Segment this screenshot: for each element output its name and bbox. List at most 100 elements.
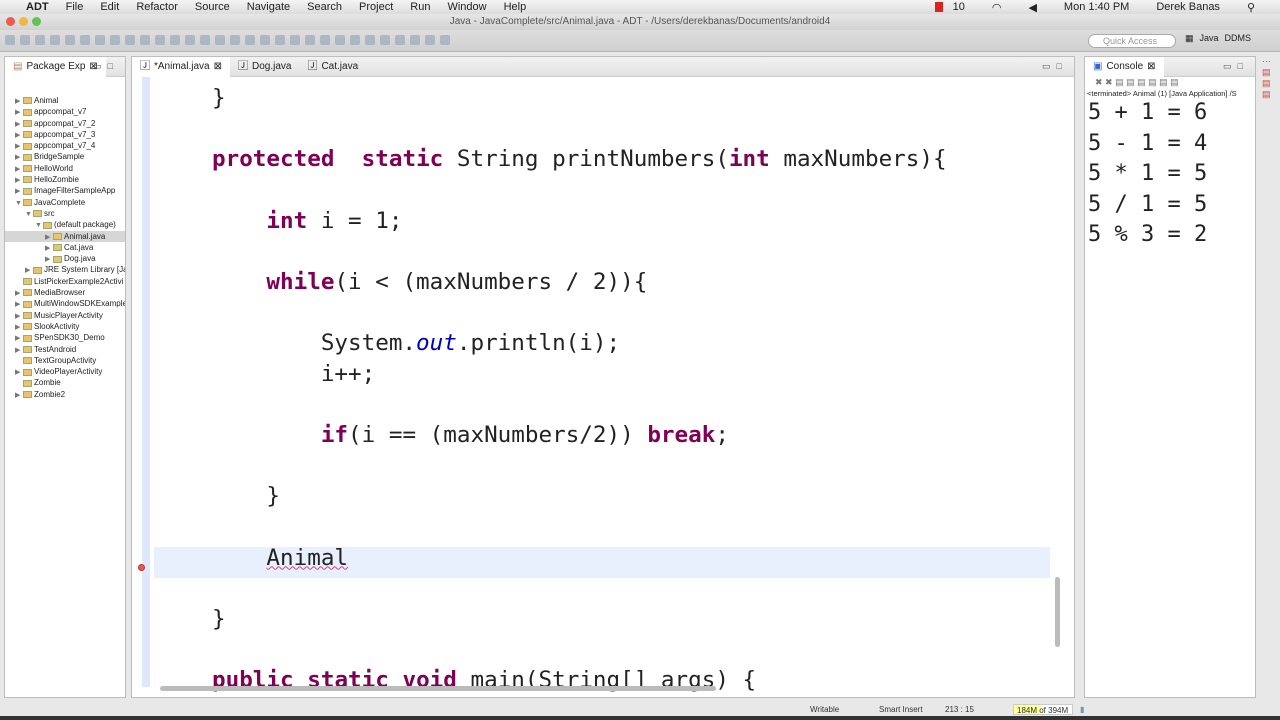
- tree-item[interactable]: ▼ JavaComplete: [5, 197, 125, 208]
- menu-source[interactable]: Source: [195, 1, 230, 13]
- perspective-ddms[interactable]: DDMS: [1225, 33, 1252, 44]
- tree-item[interactable]: ▶ Animal.java: [5, 230, 125, 242]
- tab-dog-java[interactable]: 🄹 Dog.java: [230, 57, 299, 77]
- close-icon[interactable]: ⊠: [214, 57, 222, 77]
- expand-arrow-icon[interactable]: ▶: [15, 164, 23, 174]
- tree-item[interactable]: ▶ appcompat_v7_3: [5, 129, 125, 140]
- menu-help[interactable]: Help: [504, 1, 527, 13]
- toolbar-button-icon[interactable]: [230, 35, 240, 45]
- toolbar-button-icon[interactable]: [140, 35, 150, 45]
- volume-icon[interactable]: ◀: [1028, 1, 1036, 14]
- expand-arrow-icon[interactable]: ▶: [45, 254, 53, 264]
- editor-window-buttons[interactable]: ▭□: [1042, 61, 1068, 72]
- menu-search[interactable]: Search: [307, 1, 342, 13]
- toolbar-button-icon[interactable]: [110, 35, 120, 45]
- toolbar-button-icon[interactable]: [65, 35, 75, 45]
- menu-run[interactable]: Run: [410, 1, 430, 13]
- expand-arrow-icon[interactable]: ▶: [15, 345, 23, 355]
- tree-item[interactable]: ▶ appcompat_v7: [5, 106, 125, 117]
- tree-item[interactable]: ▶ HelloZombie: [5, 174, 125, 185]
- tab-cat-java[interactable]: 🄹 Cat.java: [299, 57, 366, 77]
- expand-arrow-icon[interactable]: ▶: [15, 311, 23, 321]
- tree-item[interactable]: ▶ JRE System Library [Ja: [5, 264, 125, 275]
- toolbar-button-icon[interactable]: [125, 35, 135, 45]
- tree-item[interactable]: ▶ MultiWindowSDKExample: [5, 298, 125, 309]
- tree-item[interactable]: ▶ Cat.java: [5, 242, 125, 253]
- tree-item[interactable]: ▶ VideoPlayerActivity: [5, 366, 125, 377]
- tree-item[interactable]: ▶ appcompat_v7_4: [5, 140, 125, 151]
- zoom-window-button[interactable]: [32, 17, 41, 26]
- menu-refactor[interactable]: Refactor: [136, 1, 178, 13]
- expand-arrow-icon[interactable]: ▶: [15, 175, 23, 185]
- tree-item[interactable]: ▶ TestAndroid: [5, 344, 125, 355]
- expand-arrow-icon[interactable]: ▶: [15, 119, 23, 129]
- tree-item[interactable]: ▶ ImageFilterSampleApp: [5, 185, 125, 196]
- expand-arrow-icon[interactable]: ▶: [15, 130, 23, 140]
- console-window-buttons[interactable]: ▭□: [1223, 61, 1249, 72]
- menu-window[interactable]: Window: [447, 1, 486, 13]
- menu-navigate[interactable]: Navigate: [247, 1, 290, 13]
- toolbar-button-icon[interactable]: [20, 35, 30, 45]
- tree-item[interactable]: ▶ BridgeSample: [5, 151, 125, 162]
- toolbar-button-icon[interactable]: [200, 35, 210, 45]
- toolbar-button-icon[interactable]: [365, 35, 375, 45]
- tab-console[interactable]: ▣ Console ⊠: [1085, 56, 1164, 77]
- console-toolbar[interactable]: ✖ ✖ ▤ ▤ ▤ ▤ ▤ ▤: [1085, 77, 1255, 89]
- tree-item[interactable]: ▼ (default package): [5, 219, 125, 230]
- code-area[interactable]: } protected static String printNumbers(i…: [132, 77, 1074, 697]
- menu-file[interactable]: File: [66, 1, 84, 13]
- toolbar-button-icon[interactable]: [245, 35, 255, 45]
- toolbar-button-icon[interactable]: [425, 35, 435, 45]
- toolbar-button-icon[interactable]: [95, 35, 105, 45]
- tab-animal-java[interactable]: 🄹 *Animal.java ⊠: [132, 56, 230, 77]
- notification-count[interactable]: 10: [953, 1, 965, 13]
- toolbar-button-icon[interactable]: [35, 35, 45, 45]
- toolbar-button-icon[interactable]: [320, 35, 330, 45]
- clock[interactable]: Mon 1:40 PM: [1064, 1, 1129, 13]
- panel-window-buttons[interactable]: ▭□: [93, 61, 119, 72]
- menu-app[interactable]: ADT: [26, 1, 49, 13]
- tree-item[interactable]: ▶ Zombie2: [5, 389, 125, 400]
- tree-item[interactable]: ▼ src: [5, 208, 125, 219]
- toolbar-button-icon[interactable]: [350, 35, 360, 45]
- tree-item[interactable]: ▶ Animal: [5, 95, 125, 106]
- menu-project[interactable]: Project: [359, 1, 393, 13]
- tree-item[interactable]: ListPickerExample2Activi: [5, 276, 125, 287]
- tree-item[interactable]: ▶ appcompat_v7_2: [5, 118, 125, 129]
- expand-arrow-icon[interactable]: ▼: [25, 209, 33, 219]
- menu-edit[interactable]: Edit: [100, 1, 119, 13]
- toolbar-button-icon[interactable]: [395, 35, 405, 45]
- tree-item[interactable]: ▶ Dog.java: [5, 253, 125, 264]
- toolbar-button-icon[interactable]: [380, 35, 390, 45]
- toolbar-button-icon[interactable]: [5, 35, 15, 45]
- expand-arrow-icon[interactable]: ▶: [15, 322, 23, 332]
- expand-arrow-icon[interactable]: ▼: [15, 198, 23, 208]
- error-icon[interactable]: [138, 564, 145, 571]
- open-perspective-icon[interactable]: ▦: [1185, 33, 1194, 44]
- close-icon[interactable]: ⊠: [1147, 57, 1155, 77]
- garbage-collect-icon[interactable]: ▮: [1080, 705, 1084, 714]
- toolbar-button-icon[interactable]: [260, 35, 270, 45]
- expand-arrow-icon[interactable]: ▶: [15, 288, 23, 298]
- wifi-icon[interactable]: ◠: [992, 1, 1002, 14]
- expand-arrow-icon[interactable]: ▶: [15, 299, 23, 309]
- tree-item[interactable]: ▶ SPenSDK30_Demo: [5, 332, 125, 343]
- vertical-scrollbar[interactable]: [1055, 577, 1060, 647]
- toolbar-button-icon[interactable]: [440, 35, 450, 45]
- tree-item[interactable]: Zombie: [5, 377, 125, 388]
- expand-arrow-icon[interactable]: ▶: [45, 243, 53, 253]
- horizontal-scrollbar[interactable]: [160, 686, 716, 691]
- perspective-java[interactable]: Java: [1200, 33, 1219, 44]
- expand-arrow-icon[interactable]: ▶: [45, 232, 53, 242]
- side-trim-toolbar[interactable]: ⋯ ▤ ▤ ▤: [1262, 56, 1276, 156]
- toolbar-button-icon[interactable]: [410, 35, 420, 45]
- tab-package-explorer[interactable]: ▤ Package Exp ⊠: [5, 56, 106, 77]
- toolbar-button-icon[interactable]: [185, 35, 195, 45]
- expand-arrow-icon[interactable]: ▶: [15, 367, 23, 377]
- expand-arrow-icon[interactable]: ▶: [15, 141, 23, 151]
- record-icon[interactable]: [934, 2, 943, 12]
- expand-arrow-icon[interactable]: ▼: [35, 220, 43, 230]
- quick-access-input[interactable]: Quick Access: [1088, 34, 1176, 48]
- toolbar-button-icon[interactable]: [290, 35, 300, 45]
- minimize-window-button[interactable]: [19, 17, 28, 26]
